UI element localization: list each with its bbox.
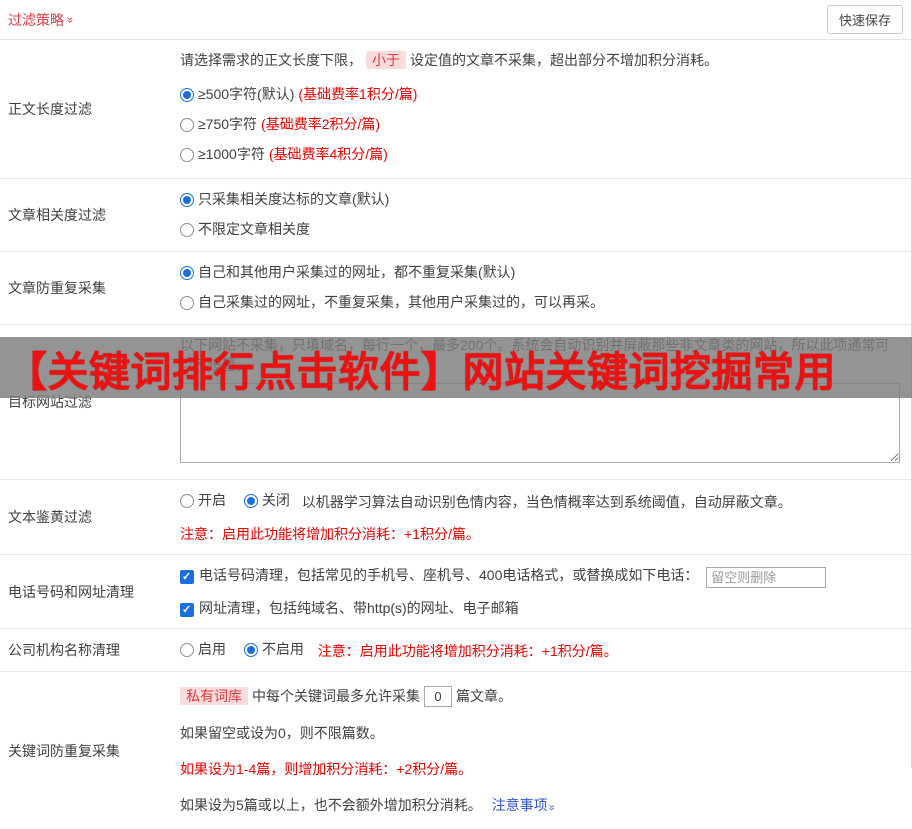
length-radio-1000[interactable] (180, 148, 194, 162)
url-clean-checkbox[interactable] (180, 603, 194, 617)
porn-filter-desc: 以机器学习算法自动识别色情内容，当色情概率达到系统阈值，自动屏蔽文章。 (301, 494, 792, 510)
company-options-line: 启用 不启用 注意：启用此功能将增加积分消耗：+1积分/篇。 (180, 639, 901, 661)
company-cost-note: 注意：启用此功能将增加积分消耗：+1积分/篇。 (317, 643, 618, 659)
row-label: 目标网站过滤 (8, 394, 92, 410)
option-fee-note: (基础费率2积分/篇) (261, 116, 381, 132)
option-fee-note: (基础费率1积分/篇) (298, 86, 418, 102)
option-text: ≥1000字符 (198, 146, 265, 162)
section-title[interactable]: 过滤策略 » (8, 10, 78, 30)
option-text: 网址清理，包括纯域名、带http(s)的网址、电子邮箱 (199, 600, 519, 616)
porn-options-line: 开启 关闭 以机器学习算法自动识别色情内容，当色情概率达到系统阈值，自动屏蔽文章… (180, 490, 901, 512)
row-body-length-filter: 正文长度过滤 请选择需求的正文长度下限， 小于 设定值的文章不采集，超出部分不增加积… (0, 40, 911, 179)
option-text: ≥750字符 (198, 116, 258, 132)
row-phone-url-clean: 电话号码和网址清理 电话号码清理，包括常见的手机号、座机号、400电话格式，或替… (0, 555, 911, 629)
option-text: 自己和其他用户采集过的网址，都不重复采集(默认) (198, 264, 516, 280)
option-text: 不启用 (261, 641, 304, 657)
dedupe-option-self-only[interactable]: 自己采集过的网址，不重复采集，其他用户采集过的，可以再采。 (180, 292, 604, 312)
option-text: 自己采集过的网址，不重复采集，其他用户采集过的，可以再采。 (198, 294, 604, 310)
phone-clean-line: 电话号码清理，包括常见的手机号、座机号、400电话格式，或替换成如下电话： (180, 565, 901, 588)
row-relevance-filter: 文章相关度过滤 只采集相关度达标的文章(默认) 不限定文章相关度 (0, 179, 911, 252)
length-option-500[interactable]: ≥500字符(默认) (基础费率1积分/篇) (180, 84, 417, 104)
porn-filter-cost-note: 注意：启用此功能将增加积分消耗：+1积分/篇。 (180, 526, 480, 542)
length-radio-500[interactable] (180, 88, 194, 102)
blocked-sites-textarea[interactable] (180, 383, 900, 463)
option-text: 开启 (198, 492, 226, 508)
company-radio-on[interactable] (180, 643, 194, 657)
option-text: 电话号码清理，包括常见的手机号、座机号、400电话格式，或替换成如下电话： (199, 567, 699, 583)
length-radio-750[interactable] (180, 118, 194, 132)
row-company-clean: 公司机构名称清理 启用 不启用 注意：启用此功能将增加积分消耗：+1积分/篇。 (0, 629, 911, 672)
dedupe-radio-all-users[interactable] (180, 266, 194, 280)
relevance-option-any[interactable]: 不限定文章相关度 (180, 219, 310, 239)
private-lexicon-tag: 私有词库 (180, 687, 248, 705)
row-label: 电话号码和网址清理 (8, 583, 134, 600)
row-label: 文本鉴黄过滤 (8, 509, 92, 525)
option-fee-note: (基础费率4积分/篇) (268, 146, 388, 162)
notes-link-text: 注意事项 (491, 797, 548, 813)
length-intro: 请选择需求的正文长度下限， 小于 设定值的文章不采集，超出部分不增加积分消耗。 (180, 50, 901, 70)
option-text: 启用 (198, 641, 226, 657)
dedupe-option-all-users[interactable]: 自己和其他用户采集过的网址，都不重复采集(默认) (180, 262, 515, 282)
relevance-radio-any[interactable] (180, 223, 194, 237)
max-articles-input[interactable] (424, 686, 452, 707)
less-than-tag: 小于 (366, 51, 406, 69)
row-target-site-filter: 目标网站过滤 以下网站不采集，只填域名，每行一个，最多200个。系统会自动识别并… (0, 325, 911, 480)
relevance-radio-strict[interactable] (180, 193, 194, 207)
length-option-750[interactable]: ≥750字符 (基础费率2积分/篇) (180, 114, 380, 134)
keyword-line1: 私有词库中每个关键词最多允许采集 篇文章。 (180, 686, 901, 707)
collapse-chevron-icon: » (63, 16, 78, 23)
intro-post: 设定值的文章不采集，超出部分不增加积分消耗。 (410, 52, 718, 68)
length-option-1000[interactable]: ≥1000字符 (基础费率4积分/篇) (180, 144, 388, 164)
notes-chevron-icon: » (545, 804, 558, 811)
keyword-line1-post: 篇文章。 (456, 688, 512, 704)
url-clean-line: 网址清理，包括纯域名、带http(s)的网址、电子邮箱 (180, 598, 901, 618)
row-dedupe-filter: 文章防重复采集 自己和其他用户采集过的网址，都不重复采集(默认) 自己采集过的网… (0, 252, 911, 325)
porn-radio-off[interactable] (243, 494, 258, 508)
option-text: ≥500字符(默认) (198, 86, 295, 102)
row-label: 正文长度过滤 (8, 101, 92, 117)
porn-option-off[interactable]: 关闭 (243, 490, 290, 510)
phone-clean-checkbox[interactable] (180, 570, 194, 584)
intro-pre: 请选择需求的正文长度下限， (180, 52, 362, 68)
row-label: 公司机构名称清理 (8, 642, 120, 658)
option-text: 不限定文章相关度 (198, 221, 310, 237)
section-title-text: 过滤策略 (8, 11, 64, 28)
page-header: 过滤策略 » 快速保存 (0, 0, 911, 40)
replacement-phone-input[interactable] (706, 567, 827, 588)
company-option-on[interactable]: 启用 (180, 639, 226, 659)
company-radio-off[interactable] (243, 643, 258, 657)
keyword-line4: 如果设为5篇或以上，也不会额外增加积分消耗。 注意事项» (180, 795, 901, 815)
option-text: 关闭 (261, 492, 290, 508)
keyword-line4-text: 如果设为5篇或以上，也不会额外增加积分消耗。 (180, 797, 482, 813)
row-porn-filter: 文本鉴黄过滤 开启 关闭 以机器学习算法自动识别色情内容，当色情概率达到系统阈值… (0, 480, 911, 555)
porn-radio-on[interactable] (180, 494, 194, 508)
company-option-off[interactable]: 不启用 (243, 639, 304, 659)
relevance-option-strict[interactable]: 只采集相关度达标的文章(默认) (180, 189, 389, 209)
keyword-line2: 如果留空或设为0，则不限篇数。 (180, 725, 384, 741)
row-label: 文章相关度过滤 (8, 207, 106, 223)
target-site-intro: 以下网站不采集，只填域名，每行一个，最多200个。系统会自动识别并屏蔽那些非文章… (180, 337, 890, 373)
row-keyword-dedupe: 关键词防重复采集 私有词库中每个关键词最多允许采集 篇文章。 如果留空或设为0，则… (0, 672, 911, 829)
dedupe-radio-self-only[interactable] (180, 296, 194, 310)
notes-link[interactable]: 注意事项» (491, 797, 558, 813)
option-text: 只采集相关度达标的文章(默认) (198, 191, 390, 207)
row-label: 文章防重复采集 (8, 280, 106, 296)
keyword-line1-mid: 中每个关键词最多允许采集 (252, 688, 420, 704)
url-clean-option[interactable]: 网址清理，包括纯域名、带http(s)的网址、电子邮箱 (180, 598, 519, 618)
row-label: 关键词防重复采集 (8, 742, 120, 759)
phone-clean-option[interactable]: 电话号码清理，包括常见的手机号、座机号、400电话格式，或替换成如下电话： (180, 565, 698, 585)
quick-save-button[interactable]: 快速保存 (826, 5, 903, 34)
filter-strategy-page: 过滤策略 » 快速保存 正文长度过滤 请选择需求的正文长度下限， 小于 设定值的文章… (0, 0, 912, 813)
porn-option-on[interactable]: 开启 (180, 490, 226, 510)
keyword-line3: 如果设为1-4篇，则增加积分消耗：+2积分/篇。 (180, 761, 473, 777)
